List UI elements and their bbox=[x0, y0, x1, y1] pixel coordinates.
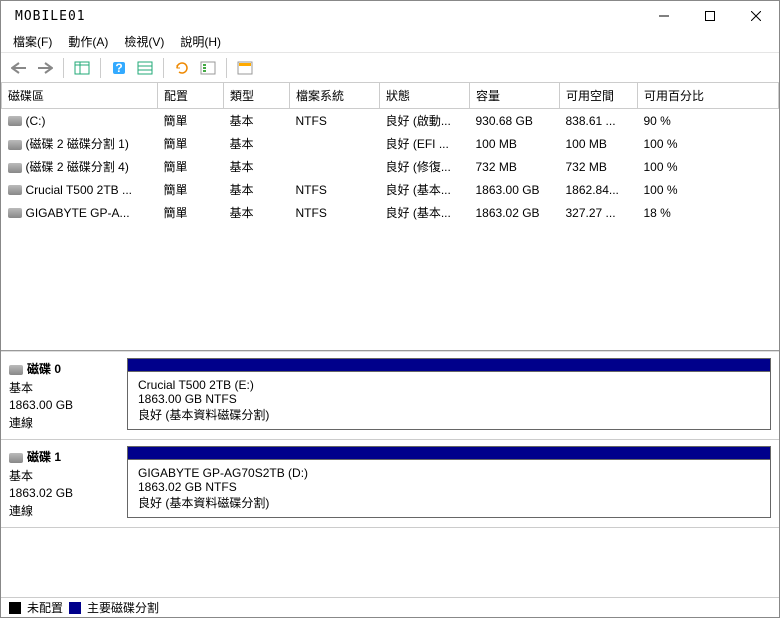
partition-size: 1863.02 GB NTFS bbox=[138, 480, 760, 494]
detail-icon[interactable] bbox=[133, 56, 157, 80]
minimize-button[interactable] bbox=[641, 1, 687, 31]
menu-help[interactable]: 說明(H) bbox=[172, 31, 229, 52]
back-button[interactable] bbox=[7, 56, 31, 80]
partition-status: 良好 (基本資料磁碟分割) bbox=[138, 406, 760, 423]
maximize-button[interactable] bbox=[687, 1, 733, 31]
logo-watermark: MOBILE01 bbox=[9, 8, 92, 25]
menu-view[interactable]: 檢視(V) bbox=[116, 31, 172, 52]
legend: 未配置 主要磁碟分割 bbox=[1, 597, 779, 617]
disk-icon bbox=[9, 365, 23, 375]
volume-list[interactable]: 磁碟區 配置 類型 檔案系統 狀態 容量 可用空間 可用百分比 (C:)簡單基本… bbox=[1, 83, 779, 351]
refresh-icon[interactable] bbox=[170, 56, 194, 80]
partition-name: GIGABYTE GP-AG70S2TB (D:) bbox=[138, 466, 760, 480]
help-icon[interactable]: ? bbox=[107, 56, 131, 80]
volume-row[interactable]: (C:)簡單基本NTFS良好 (啟動...930.68 GB838.61 ...… bbox=[2, 109, 779, 133]
titlebar: MOBILE01 bbox=[1, 1, 779, 31]
disk-icon bbox=[8, 208, 22, 218]
volume-row[interactable]: (磁碟 2 磁碟分割 4)簡單基本良好 (修復...732 MB732 MB10… bbox=[2, 155, 779, 178]
col-layout[interactable]: 配置 bbox=[158, 83, 224, 109]
menu-action[interactable]: 動作(A) bbox=[60, 31, 116, 52]
disk-row: 磁碟 1基本1863.02 GB連線GIGABYTE GP-AG70S2TB (… bbox=[1, 440, 779, 528]
col-status[interactable]: 狀態 bbox=[380, 83, 470, 109]
col-capacity[interactable]: 容量 bbox=[470, 83, 560, 109]
menubar: 檔案(F) 動作(A) 檢視(V) 說明(H) bbox=[1, 31, 779, 53]
partition-status: 良好 (基本資料磁碟分割) bbox=[138, 494, 760, 511]
list-icon[interactable] bbox=[196, 56, 220, 80]
disk-row: 磁碟 0基本1863.00 GB連線Crucial T500 2TB (E:)1… bbox=[1, 352, 779, 440]
graph-icon[interactable] bbox=[233, 56, 257, 80]
partition-size: 1863.00 GB NTFS bbox=[138, 392, 760, 406]
svg-text:?: ? bbox=[115, 61, 122, 75]
disk-icon bbox=[8, 163, 22, 173]
col-volume[interactable]: 磁碟區 bbox=[2, 83, 158, 109]
col-free[interactable]: 可用空間 bbox=[560, 83, 638, 109]
volume-row[interactable]: GIGABYTE GP-A...簡單基本NTFS良好 (基本...1863.02… bbox=[2, 201, 779, 224]
col-pct[interactable]: 可用百分比 bbox=[638, 83, 779, 109]
disk-icon bbox=[8, 116, 22, 126]
col-type[interactable]: 類型 bbox=[224, 83, 290, 109]
col-fs[interactable]: 檔案系統 bbox=[290, 83, 380, 109]
swatch-primary bbox=[69, 602, 81, 614]
disk-icon bbox=[8, 140, 22, 150]
legend-primary: 主要磁碟分割 bbox=[87, 599, 159, 616]
menu-file[interactable]: 檔案(F) bbox=[5, 31, 60, 52]
partition-name: Crucial T500 2TB (E:) bbox=[138, 378, 760, 392]
view-icon[interactable] bbox=[70, 56, 94, 80]
column-headers[interactable]: 磁碟區 配置 類型 檔案系統 狀態 容量 可用空間 可用百分比 bbox=[2, 83, 779, 109]
close-button[interactable] bbox=[733, 1, 779, 31]
disk-icon bbox=[9, 453, 23, 463]
swatch-unallocated bbox=[9, 602, 21, 614]
disk-label[interactable]: 磁碟 0基本1863.00 GB連線 bbox=[1, 352, 119, 439]
disk-icon bbox=[8, 185, 22, 195]
forward-button[interactable] bbox=[33, 56, 57, 80]
partition-bar[interactable]: GIGABYTE GP-AG70S2TB (D:)1863.02 GB NTFS… bbox=[127, 446, 771, 518]
disk-label[interactable]: 磁碟 1基本1863.02 GB連線 bbox=[1, 440, 119, 527]
volume-row[interactable]: Crucial T500 2TB ...簡單基本NTFS良好 (基本...186… bbox=[2, 178, 779, 201]
toolbar: ? bbox=[1, 53, 779, 83]
volume-row[interactable]: (磁碟 2 磁碟分割 1)簡單基本良好 (EFI ...100 MB100 MB… bbox=[2, 132, 779, 155]
legend-unallocated: 未配置 bbox=[27, 599, 63, 616]
disk-graphical-view[interactable]: 磁碟 0基本1863.00 GB連線Crucial T500 2TB (E:)1… bbox=[1, 351, 779, 597]
partition-bar[interactable]: Crucial T500 2TB (E:)1863.00 GB NTFS良好 (… bbox=[127, 358, 771, 430]
